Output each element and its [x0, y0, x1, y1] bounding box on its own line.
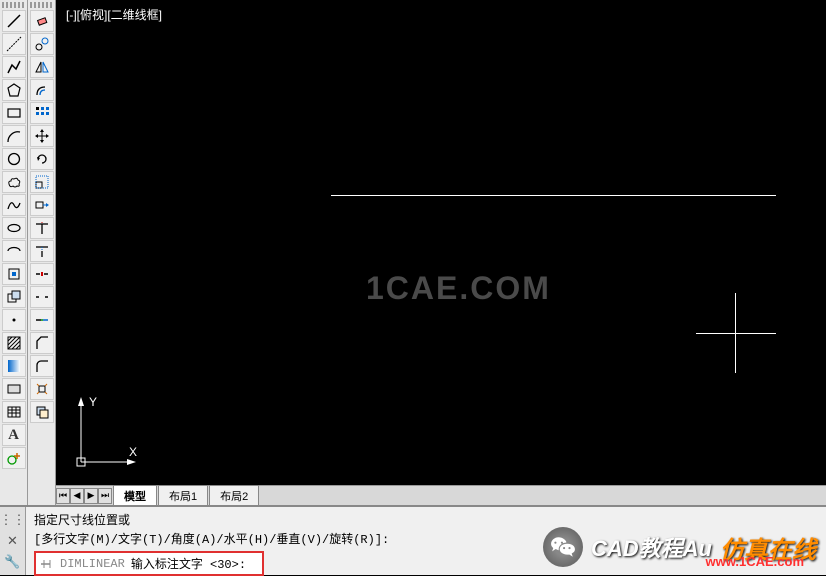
- command-toolbar: ⋮⋮ ✕ 🔧: [0, 507, 26, 575]
- watermark-text: 1CAE.COM: [366, 270, 551, 307]
- circle-tool[interactable]: [2, 148, 26, 170]
- crosshair-vertical: [735, 293, 736, 373]
- gradient-tool[interactable]: [2, 355, 26, 377]
- line-tool[interactable]: [2, 10, 26, 32]
- draw-toolbar: A: [0, 0, 28, 505]
- ucs-x-label: X: [129, 445, 137, 459]
- text-tool[interactable]: A: [2, 424, 26, 446]
- drawn-line: [331, 195, 776, 196]
- tab-nav-prev[interactable]: ◀: [70, 488, 84, 504]
- drawing-viewport[interactable]: [-][俯视][二维线框] 1CAE.COM Y X ⏮ ◀ ▶ ⏭ 模型 布局…: [56, 0, 826, 505]
- tab-nav-next[interactable]: ▶: [84, 488, 98, 504]
- modify-toolbar: [28, 0, 56, 505]
- add-selected-tool[interactable]: [2, 447, 26, 469]
- move-tool[interactable]: [30, 125, 54, 147]
- tab-layout1[interactable]: 布局1: [158, 485, 208, 505]
- explode-tool[interactable]: [30, 378, 54, 400]
- tab-model[interactable]: 模型: [113, 485, 157, 505]
- erase-tool[interactable]: [30, 10, 54, 32]
- close-icon[interactable]: ✕: [4, 532, 22, 549]
- command-history-line1: 指定尺寸线位置或: [34, 511, 818, 528]
- make-block-tool[interactable]: [2, 286, 26, 308]
- tab-layout2[interactable]: 布局2: [209, 485, 259, 505]
- toolbar-grip[interactable]: [30, 2, 54, 8]
- revision-cloud-tool[interactable]: [2, 171, 26, 193]
- tab-nav-first[interactable]: ⏮: [56, 488, 70, 504]
- construction-line-tool[interactable]: [2, 33, 26, 55]
- ellipse-arc-tool[interactable]: [2, 240, 26, 262]
- offset-tool[interactable]: [30, 79, 54, 101]
- tab-nav-last[interactable]: ⏭: [98, 488, 112, 504]
- break-tool[interactable]: [30, 286, 54, 308]
- command-name: DIMLINEAR: [60, 557, 125, 571]
- fillet-tool[interactable]: [30, 355, 54, 377]
- mirror-tool[interactable]: [30, 56, 54, 78]
- region-tool[interactable]: [2, 378, 26, 400]
- layout-tabs-bar: ⏮ ◀ ▶ ⏭ 模型 布局1 布局2: [56, 485, 826, 505]
- command-grip-icon[interactable]: ⋮⋮: [4, 511, 22, 528]
- branding-overlay: CAD教程Au 仿真在线 www.1CAE.com: [543, 527, 816, 567]
- polygon-tool[interactable]: [2, 79, 26, 101]
- chamfer-tool[interactable]: [30, 332, 54, 354]
- polyline-tool[interactable]: [2, 56, 26, 78]
- spline-tool[interactable]: [2, 194, 26, 216]
- table-tool[interactable]: [2, 401, 26, 423]
- scale-tool[interactable]: [30, 171, 54, 193]
- wrench-icon[interactable]: 🔧: [4, 554, 22, 571]
- ucs-y-label: Y: [89, 395, 97, 409]
- command-prompt-icon: [40, 557, 56, 571]
- stretch-tool[interactable]: [30, 194, 54, 216]
- brand-text-1: CAD教程Au: [591, 531, 712, 563]
- ellipse-tool[interactable]: [2, 217, 26, 239]
- rotate-tool[interactable]: [30, 148, 54, 170]
- draworder-tool[interactable]: [30, 401, 54, 423]
- toolbar-grip[interactable]: [2, 2, 26, 8]
- command-input-highlighted[interactable]: DIMLINEAR 输入标注文字 <30>:: [34, 551, 264, 576]
- break-at-point-tool[interactable]: [30, 263, 54, 285]
- crosshair-horizontal: [696, 333, 776, 334]
- hatch-tool[interactable]: [2, 332, 26, 354]
- join-tool[interactable]: [30, 309, 54, 331]
- point-tool[interactable]: [2, 309, 26, 331]
- rectangle-tool[interactable]: [2, 102, 26, 124]
- wechat-icon: [543, 527, 583, 567]
- copy-tool[interactable]: [30, 33, 54, 55]
- array-tool[interactable]: [30, 102, 54, 124]
- arc-tool[interactable]: [2, 125, 26, 147]
- viewport-label[interactable]: [-][俯视][二维线框]: [66, 6, 162, 23]
- trim-tool[interactable]: [30, 217, 54, 239]
- ucs-icon: Y X: [71, 392, 141, 475]
- brand-url: www.1CAE.com: [706, 554, 804, 569]
- extend-tool[interactable]: [30, 240, 54, 262]
- insert-block-tool[interactable]: [2, 263, 26, 285]
- command-prompt-text: 输入标注文字 <30>:: [131, 555, 246, 572]
